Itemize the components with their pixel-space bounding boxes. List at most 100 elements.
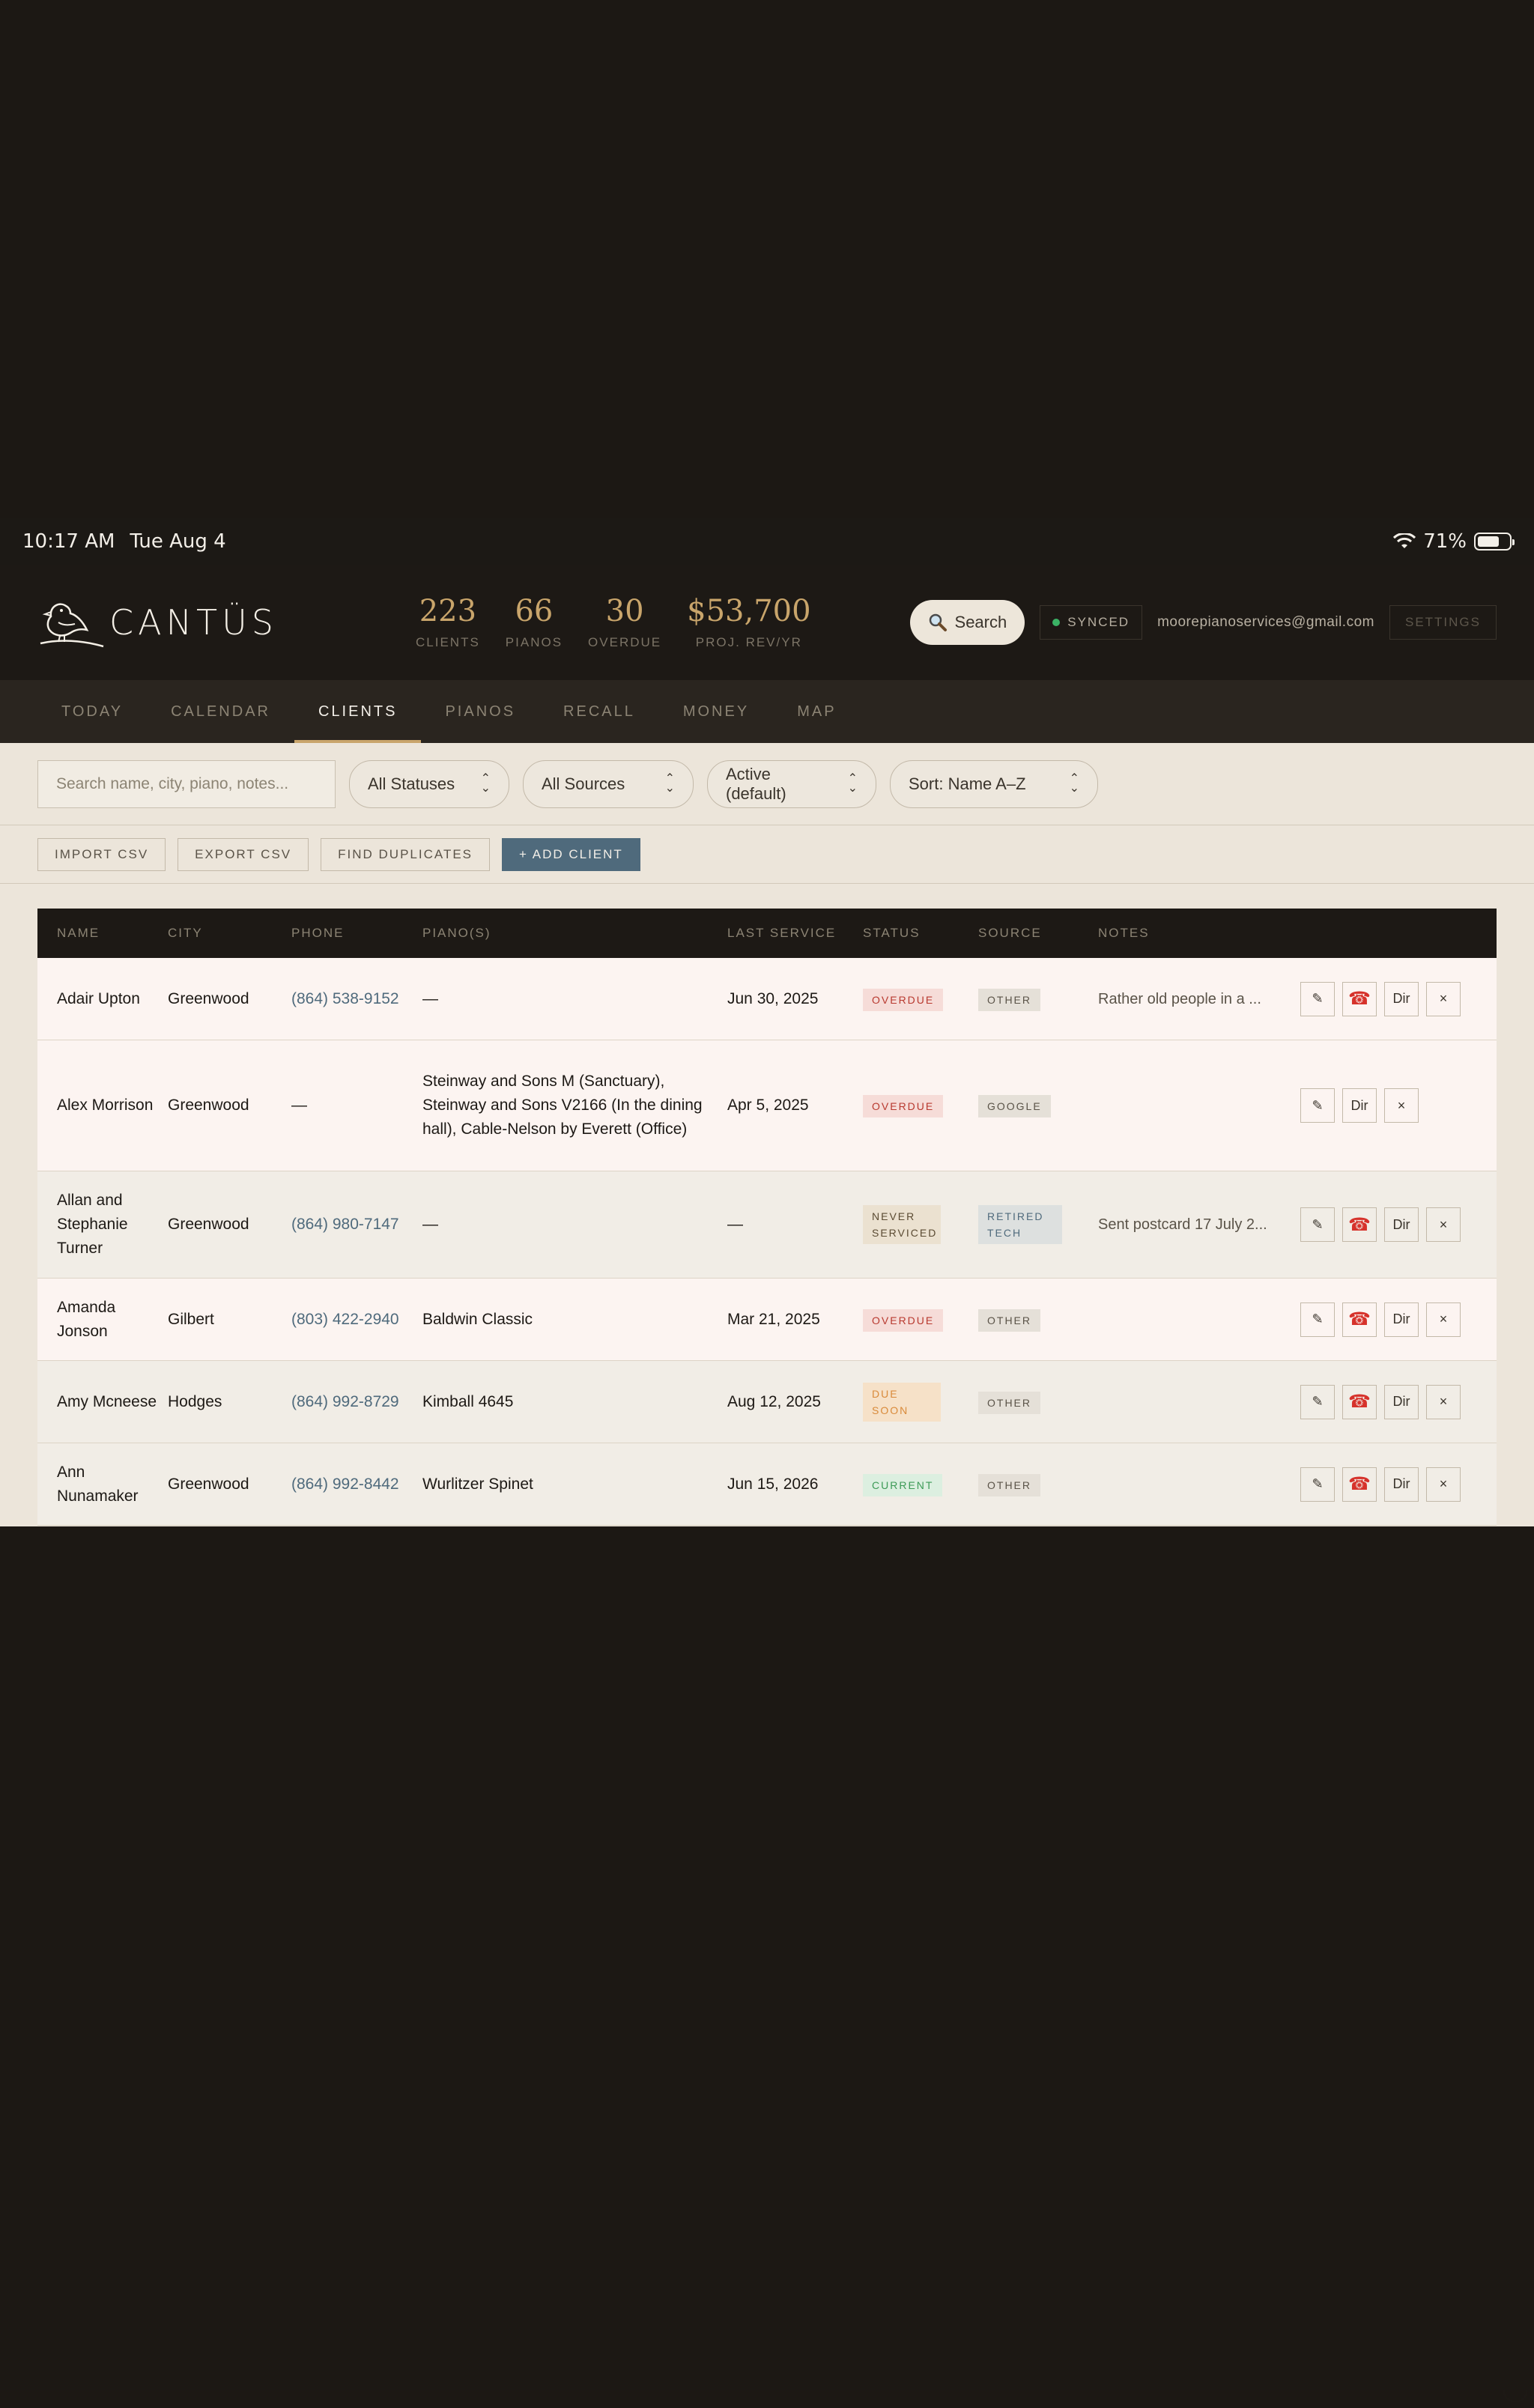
source-badge: GOOGLE — [978, 1095, 1051, 1117]
settings-button[interactable]: SETTINGS — [1389, 605, 1497, 640]
client-notes: Rather old people in a ... — [1098, 990, 1261, 1007]
client-phone[interactable]: (864) 992-8442 — [291, 1473, 422, 1496]
status-filter-select[interactable]: All Statuses ⌃ ⌄ — [349, 759, 509, 808]
directions-button[interactable]: Dir — [1384, 1384, 1419, 1419]
edit-button[interactable]: ✎ — [1300, 1302, 1335, 1337]
search-button[interactable]: Search — [909, 600, 1025, 645]
col-header-name[interactable]: NAME — [37, 926, 168, 941]
stat-value: 66 — [515, 594, 554, 628]
delete-button[interactable]: × — [1426, 1302, 1461, 1337]
edit-button[interactable]: ✎ — [1300, 1088, 1335, 1123]
directions-button[interactable]: Dir — [1384, 1207, 1419, 1242]
sync-status-badge: SYNCED — [1040, 605, 1143, 640]
directions-button[interactable]: Dir — [1384, 1467, 1419, 1502]
call-button[interactable]: ☎ — [1342, 1467, 1377, 1502]
directions-button[interactable]: Dir — [1342, 1088, 1377, 1123]
tab-calendar[interactable]: CALENDAR — [147, 680, 294, 743]
edit-button[interactable]: ✎ — [1300, 981, 1335, 1016]
table-row[interactable]: Alex Morrison Greenwood — Steinway and Sons… — [37, 1040, 1497, 1171]
client-phone[interactable]: (803) 422-2940 — [291, 1308, 422, 1332]
tab-today[interactable]: TODAY — [37, 680, 147, 743]
delete-button[interactable]: × — [1426, 1384, 1461, 1419]
client-name[interactable]: Adair Upton — [37, 987, 168, 1011]
active-filter-select[interactable]: Active (default) ⌃ ⌄ — [707, 759, 876, 808]
stat-pianos: 66 PIANOS — [506, 595, 563, 650]
col-header-source[interactable]: SOURCE — [978, 926, 1098, 941]
client-search-input[interactable]: Search name, city, piano, notes... — [37, 759, 336, 808]
main-nav: TODAY CALENDAR CLIENTS PIANOS RECALL MON… — [0, 680, 1534, 743]
client-name[interactable]: Allan and Stephanie Turner — [37, 1189, 168, 1261]
table-row[interactable]: Amy Mcneese Hodges (864) 992-8729 Kimball 4… — [37, 1361, 1497, 1443]
source-badge: OTHER — [978, 1308, 1040, 1332]
table-row[interactable]: Allan and Stephanie Turner Greenwood (864)… — [37, 1171, 1497, 1279]
battery-percent: 71% — [1423, 530, 1467, 553]
edit-button[interactable]: ✎ — [1300, 1207, 1335, 1242]
status-badge: DUE SOON — [863, 1382, 941, 1422]
status-cell: CURRENT — [863, 1473, 978, 1496]
client-city: Greenwood — [168, 1216, 249, 1233]
source-filter-select[interactable]: All Sources ⌃ ⌄ — [523, 759, 694, 808]
export-csv-button[interactable]: EXPORT CSV — [178, 837, 309, 871]
table-row[interactable]: Adair Upton Greenwood (864) 538-9152— Jun 3… — [37, 958, 1497, 1040]
directions-button[interactable]: Dir — [1384, 1302, 1419, 1337]
client-phone[interactable]: (864) 980-7147 — [291, 1213, 422, 1237]
client-name[interactable]: Ann Nunamaker — [37, 1461, 168, 1508]
status-badge: NEVER SERVICED — [863, 1205, 941, 1244]
sort-value: Sort: Name A–Z — [909, 774, 1026, 793]
table-row[interactable]: Ann Nunamaker Greenwood (864) 992-8442 Wurl… — [37, 1443, 1497, 1526]
sort-select[interactable]: Sort: Name A–Z ⌃ ⌄ — [890, 759, 1098, 808]
client-last-service: — — [727, 1216, 743, 1233]
col-header-pianos[interactable]: PIANO(S) — [422, 926, 727, 941]
col-header-status[interactable]: STATUS — [863, 926, 978, 941]
tab-recall[interactable]: RECALL — [539, 680, 659, 743]
search-button-label: Search — [954, 613, 1007, 631]
call-button[interactable]: ☎ — [1342, 1207, 1377, 1242]
client-name[interactable]: Amanda Jonson — [37, 1296, 168, 1344]
edit-button[interactable]: ✎ — [1300, 1384, 1335, 1419]
call-button[interactable]: ☎ — [1342, 981, 1377, 1016]
tab-clients[interactable]: CLIENTS — [294, 680, 422, 743]
tab-map[interactable]: MAP — [773, 680, 860, 743]
call-button[interactable]: ☎ — [1342, 1302, 1377, 1337]
table-header: NAME CITY PHONE PIANO(S) LAST SERVICE ST… — [37, 909, 1497, 958]
delete-button[interactable]: × — [1426, 981, 1461, 1016]
directions-button[interactable]: Dir — [1384, 981, 1419, 1016]
client-phone[interactable]: (864) 992-8729 — [291, 1390, 422, 1414]
client-last-service: Aug 12, 2025 — [727, 1392, 821, 1410]
client-name[interactable]: Alex Morrison — [37, 1094, 168, 1117]
import-csv-button[interactable]: IMPORT CSV — [37, 837, 166, 871]
sync-dot-icon — [1052, 619, 1061, 626]
filter-bar: Search name, city, piano, notes... All S… — [0, 743, 1534, 825]
delete-button[interactable]: × — [1384, 1088, 1419, 1123]
client-notes: Sent postcard 17 July 2... — [1098, 1216, 1267, 1233]
add-client-button[interactable]: + ADD CLIENT — [502, 837, 640, 871]
col-header-city[interactable]: CITY — [168, 926, 291, 941]
tab-pianos[interactable]: PIANOS — [421, 680, 539, 743]
client-phone[interactable]: (864) 538-9152 — [291, 987, 422, 1011]
col-header-phone[interactable]: PHONE — [291, 926, 422, 941]
stat-revenue: $53,700 PROJ. REV/YR — [687, 595, 810, 650]
tab-money[interactable]: MONEY — [659, 680, 773, 743]
stat-overdue: 30 OVERDUE — [588, 595, 661, 650]
client-last-service: Jun 15, 2026 — [727, 1475, 819, 1493]
status-cell: DUE SOON — [863, 1382, 978, 1422]
delete-button[interactable]: × — [1426, 1207, 1461, 1242]
source-badge: OTHER — [978, 988, 1040, 1011]
source-badge: OTHER — [978, 1473, 1040, 1496]
client-name[interactable]: Amy Mcneese — [37, 1390, 168, 1414]
edit-button[interactable]: ✎ — [1300, 1467, 1335, 1502]
find-duplicates-button[interactable]: FIND DUPLICATES — [321, 837, 491, 871]
call-button[interactable]: ☎ — [1342, 1384, 1377, 1419]
delete-button[interactable]: × — [1426, 1467, 1461, 1502]
status-date: Tue Aug 4 — [130, 530, 226, 553]
status-cell: OVERDUE — [863, 987, 978, 1011]
col-header-last-service[interactable]: LAST SERVICE — [727, 926, 863, 941]
client-city: Greenwood — [168, 989, 249, 1007]
col-header-notes[interactable]: NOTES — [1098, 926, 1300, 941]
table-row[interactable]: Amanda Jonson Gilbert (803) 422-2940 Baldwi… — [37, 1279, 1497, 1361]
client-city: Greenwood — [168, 1475, 249, 1493]
sync-label: SYNCED — [1067, 615, 1130, 629]
status-badge: OVERDUE — [863, 988, 944, 1011]
client-phone: — — [291, 1097, 307, 1114]
client-pianos: Kimball 4645 — [422, 1392, 514, 1410]
